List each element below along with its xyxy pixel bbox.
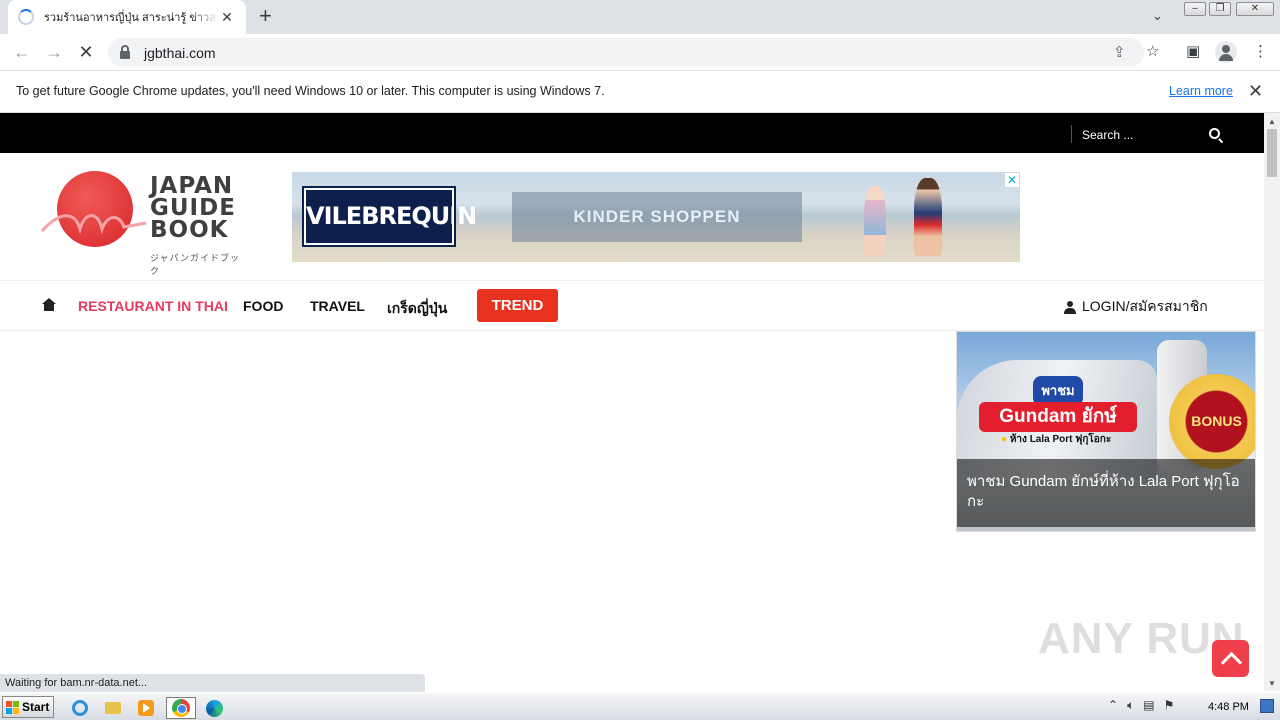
logo-line-1: JAPAN xyxy=(150,173,234,199)
new-tab-button[interactable]: + xyxy=(259,4,272,28)
action-center-flag-icon[interactable]: ⚑ xyxy=(1164,698,1175,713)
explorer-taskbar-button[interactable] xyxy=(101,697,125,719)
edge-taskbar-button[interactable] xyxy=(202,697,226,719)
volume-icon[interactable]: 🔈︎ xyxy=(1127,698,1134,713)
location-pin-icon: ● xyxy=(1001,434,1008,445)
taskbar-clock[interactable]: 4:48 PM xyxy=(1208,701,1249,713)
ad-cta-button[interactable]: KINDER SHOPPEN xyxy=(512,192,802,242)
chrome-icon xyxy=(172,699,190,717)
tab-strip: รวมร้านอาหารญี่ปุ่น สาระน่ารู้ ข่าวสาร อ… xyxy=(0,0,1280,34)
trend-button[interactable]: TREND xyxy=(477,289,558,322)
windows-logo-icon xyxy=(6,700,19,714)
windows-taskbar: Start ⌃ 🔈︎ ▤ ⚑ 4:48 PM xyxy=(0,692,1280,720)
network-icon[interactable]: ▤ xyxy=(1143,698,1154,713)
search-divider xyxy=(1071,125,1072,143)
update-infobar: To get future Google Chrome updates, you… xyxy=(0,71,1280,113)
internet-explorer-icon xyxy=(72,700,88,716)
site-topbar: Search ... xyxy=(0,113,1264,153)
scroll-thumb[interactable] xyxy=(1267,129,1277,177)
loading-spinner-icon xyxy=(18,9,34,25)
restore-button[interactable]: ❐ xyxy=(1209,2,1231,16)
edge-icon xyxy=(205,699,223,717)
status-bubble: Waiting for bam.nr-data.net... xyxy=(0,674,425,692)
back-arrow-icon[interactable]: ← xyxy=(10,40,34,64)
login-link[interactable]: LOGIN/สมัครสมาชิก xyxy=(1064,296,1208,318)
ad-brand-logo[interactable]: VILEBREQUIN xyxy=(302,186,477,247)
scroll-down-icon[interactable]: ▼ xyxy=(1268,679,1276,688)
logo-line-2: GUIDE xyxy=(150,195,236,221)
media-player-taskbar-button[interactable] xyxy=(134,697,158,719)
minimize-button[interactable]: – xyxy=(1184,2,1206,16)
infobar-close-icon[interactable]: ✕ xyxy=(1248,81,1263,102)
browser-toolbar: ← → ✕ jgbthai.com ⇪ ☆ ▣ ⋮ xyxy=(0,34,1280,71)
infobar-message: To get future Google Chrome updates, you… xyxy=(16,84,605,98)
tab-title: รวมร้านอาหารญี่ปุ่น สาระน่ารู้ ข่าวสาร อ xyxy=(44,12,218,24)
chrome-taskbar-button[interactable] xyxy=(166,697,196,719)
ad-child-image xyxy=(914,178,942,256)
back-to-top-button[interactable] xyxy=(1212,640,1249,677)
browser-tab[interactable]: รวมร้านอาหารญี่ปุ่น สาระน่ารู้ ข่าวสาร อ… xyxy=(8,0,246,34)
logo-wordmark: JAPAN GUIDE BOOK xyxy=(150,173,236,243)
user-icon xyxy=(1064,300,1076,314)
profile-avatar-icon[interactable] xyxy=(1215,41,1237,63)
tab-search-chevron-icon[interactable]: ⌄ xyxy=(1152,8,1163,24)
tray-expand-icon[interactable]: ⌃ xyxy=(1108,698,1118,713)
web-page: Search ... JAPAN GUIDE BOOK ジャパンガイドブック V… xyxy=(0,113,1264,691)
ad-banner[interactable]: VILEBREQUIN KINDER SHOPPEN ✕ xyxy=(292,172,1020,262)
start-button[interactable]: Start xyxy=(2,696,54,718)
scroll-up-icon[interactable]: ▲ xyxy=(1268,117,1276,126)
nav-restaurant-in-thai[interactable]: RESTAURANT IN THAI xyxy=(78,298,228,314)
card-title-label: Gundam ยักษ์ xyxy=(979,402,1137,432)
lock-icon[interactable] xyxy=(120,44,130,59)
card-caption[interactable]: พาชม Gundam ยักษ์ที่ห้าง Lala Port ฟุกุโ… xyxy=(957,459,1255,527)
close-window-button[interactable]: ✕ xyxy=(1236,2,1274,16)
ie-taskbar-button[interactable] xyxy=(68,697,92,719)
home-icon[interactable] xyxy=(42,298,56,311)
stop-loading-icon[interactable]: ✕ xyxy=(74,40,98,64)
ad-close-icon[interactable]: ✕ xyxy=(1005,173,1019,187)
main-nav: RESTAURANT IN THAI FOOD TRAVEL เกร็ดญี่ป… xyxy=(0,280,1264,331)
card-place-label: ● ห้าง Lala Port ฟุกุโอกะ xyxy=(1001,432,1111,447)
media-player-icon xyxy=(138,700,154,716)
address-bar[interactable]: jgbthai.com ⇪ xyxy=(108,38,1144,67)
forward-arrow-icon[interactable]: → xyxy=(42,40,66,64)
folder-icon xyxy=(105,702,121,714)
share-icon[interactable]: ⇪ xyxy=(1113,43,1126,61)
nav-travel[interactable]: TRAVEL xyxy=(310,298,365,314)
nav-food[interactable]: FOOD xyxy=(243,298,283,314)
logo-line-3: BOOK xyxy=(150,217,229,243)
page-scrollbar[interactable]: ▲ ▼ xyxy=(1264,113,1280,691)
url-text[interactable]: jgbthai.com xyxy=(144,45,216,61)
bonus-badge[interactable]: BONUS xyxy=(1169,374,1255,469)
card-place-text: ห้าง Lala Port ฟุกุโอกะ xyxy=(1009,434,1112,445)
logo-brush-icon xyxy=(40,214,147,235)
logo-katakana: ジャパンガイドブック xyxy=(150,253,241,276)
learn-more-link[interactable]: Learn more xyxy=(1169,84,1233,98)
tab-close-icon[interactable]: ✕ xyxy=(218,9,236,26)
show-desktop-button[interactable] xyxy=(1260,699,1274,713)
menu-kebab-icon[interactable]: ⋮ xyxy=(1253,42,1268,60)
side-panel-icon[interactable]: ▣ xyxy=(1186,42,1200,60)
nav-japan-trivia[interactable]: เกร็ดญี่ปุ่น xyxy=(387,298,447,320)
system-tray: ⌃ 🔈︎ ▤ ⚑ xyxy=(1108,698,1174,713)
site-logo[interactable]: JAPAN GUIDE BOOK ジャパンガイドブック xyxy=(40,171,245,276)
search-icon[interactable] xyxy=(1209,128,1220,139)
featured-article-card[interactable]: พาชม Gundam ยักษ์ ● ห้าง Lala Port ฟุกุโ… xyxy=(956,331,1256,532)
start-label: Start xyxy=(22,700,50,714)
login-label: LOGIN/สมัครสมาชิก xyxy=(1082,298,1208,314)
bookmark-star-icon[interactable]: ☆ xyxy=(1146,42,1159,60)
ad-child-image xyxy=(864,186,886,256)
site-search-input[interactable]: Search ... xyxy=(1082,128,1133,142)
